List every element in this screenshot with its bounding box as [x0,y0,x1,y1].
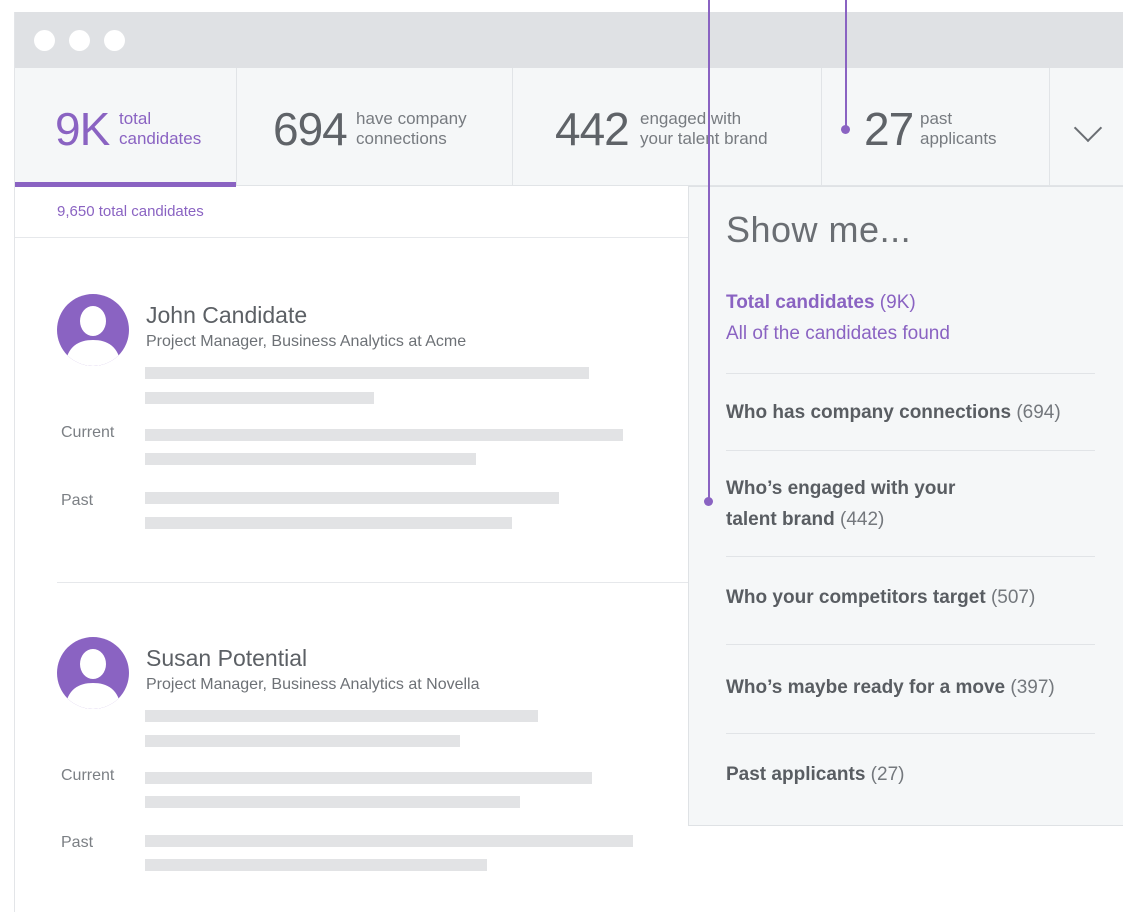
option-count: (9K) [879,292,916,313]
placeholder-bar [145,859,487,871]
stat-label: engaged with your talent brand [640,109,768,149]
option-talent-brand[interactable]: Who’s engaged with your talent brand (44… [726,473,1096,535]
stat-label: have company connections [356,109,467,149]
stat-company-connections[interactable]: 694 have company connections [237,68,513,186]
option-label: Past applicants [726,764,866,785]
option-past-applicants[interactable]: Past applicants (27) [726,759,1096,790]
window-titlebar [15,12,1123,68]
candidate-name[interactable]: John Candidate [146,302,307,329]
card-divider [57,582,689,583]
option-divider [726,556,1095,557]
dropdown-title: Show me... [726,209,912,250]
candidate-title: Project Manager, Business Analytics at A… [146,333,467,350]
option-count: (27) [870,764,905,785]
callout-line [708,0,710,500]
stat-label: total candidates [119,109,201,149]
stat-number: 442 [555,103,630,155]
placeholder-bar [145,392,374,404]
placeholder-bar [145,796,520,808]
option-count: (442) [840,509,885,530]
stat-number: 9K [55,103,110,155]
window-maximize-dot[interactable] [104,30,125,51]
stat-label-line2: applicants [920,129,997,148]
current-label: Current [61,767,115,784]
option-label: Who’s maybe ready for a move [726,677,1006,698]
option-label-line2: talent brand [726,509,835,530]
placeholder-bar [145,367,589,379]
option-ready-for-move[interactable]: Who’s maybe ready for a move (397) [726,672,1096,703]
option-count: (507) [990,587,1036,608]
results-count-row: 9,650 total candidates [15,186,689,238]
callout-dot [704,497,713,506]
option-count: (694) [1016,402,1061,423]
option-label: Who has company connections [726,402,1012,423]
current-label: Current [61,424,115,441]
chevron-down-icon[interactable] [1073,113,1103,143]
option-divider [726,644,1095,645]
window-close-dot[interactable] [34,30,55,51]
option-total-candidates[interactable]: Total candidates (9K) All of the candida… [726,287,1096,349]
placeholder-bar [145,453,476,465]
stat-talent-brand[interactable]: 442 engaged with your talent brand [513,68,822,186]
placeholder-bar [145,735,460,747]
option-competitors-target[interactable]: Who your competitors target (507) [726,582,1096,613]
show-me-dropdown: Show me... Total candidates (9K) All of … [688,186,1123,826]
candidate-title: Project Manager, Business Analytics at N… [146,676,480,693]
avatar [57,637,129,709]
window-minimize-dot[interactable] [69,30,90,51]
stat-label: past applicants [920,109,997,149]
stat-total-candidates[interactable]: 9K total candidates [15,68,237,187]
option-label: Who your competitors target [726,587,986,608]
results-count: 9,650 total candidates [57,203,204,220]
stats-bar: 9K total candidates 694 have company con… [15,68,1123,187]
placeholder-bar [145,772,592,784]
placeholder-bar [145,429,623,441]
option-subtitle: All of the candidates found [726,323,950,344]
option-label: Total candidates [726,292,875,313]
stat-label-line2: connections [356,129,447,148]
callout-dot [841,125,850,134]
stat-label-line1: engaged with [640,109,742,128]
option-divider [726,733,1095,734]
stat-number: 27 [864,103,914,155]
placeholder-bar [145,492,559,504]
person-icon [65,649,121,709]
stat-past-applicants[interactable]: 27 past applicants [822,68,1050,186]
callout-line [845,0,847,128]
candidate-name[interactable]: Susan Potential [146,645,307,672]
placeholder-bar [145,835,633,847]
stat-label-line2: candidates [119,129,202,148]
stat-label-line1: have company [356,109,467,128]
stat-label-line1: total [119,109,152,128]
avatar [57,294,129,366]
stat-number: 694 [273,103,348,155]
placeholder-bar [145,710,538,722]
past-label: Past [61,492,94,509]
option-divider [726,373,1095,374]
option-divider [726,450,1095,451]
option-company-connections[interactable]: Who has company connections (694) [726,397,1096,428]
stat-label-line1: past [920,109,953,128]
placeholder-bar [145,517,512,529]
option-count: (397) [1010,677,1055,698]
option-label-line1: Who’s engaged with your [726,478,956,499]
person-icon [65,306,121,366]
past-label: Past [61,834,94,851]
stat-label-line2: your talent brand [640,129,768,148]
